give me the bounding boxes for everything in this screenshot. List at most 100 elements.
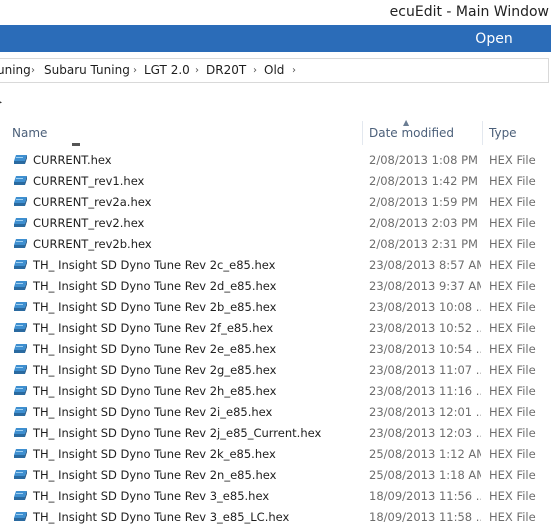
file-name: TH_ Insight SD Dyno Tune Rev 2k_e85.hex bbox=[33, 447, 276, 461]
file-type: HEX File bbox=[489, 384, 536, 398]
hex-file-icon bbox=[14, 448, 27, 458]
open-button[interactable]: Open bbox=[458, 28, 530, 50]
file-name: CURRENT.hex bbox=[33, 153, 112, 167]
hex-file-icon bbox=[14, 511, 27, 521]
chevron-right-icon[interactable]: ▸ bbox=[0, 97, 2, 108]
file-type: HEX File bbox=[489, 363, 536, 377]
file-date-modified: 23/08/2013 11:16 ... bbox=[369, 384, 481, 398]
breadcrumb-item-tuning[interactable]: uning bbox=[0, 59, 31, 82]
file-date-modified: 18/09/2013 11:58 ... bbox=[369, 510, 481, 524]
file-name: TH_ Insight SD Dyno Tune Rev 2e_e85.hex bbox=[33, 342, 277, 356]
partial-row-icon bbox=[72, 143, 80, 146]
table-row[interactable]: CURRENT.hex 2/08/2013 1:08 PM HEX File bbox=[0, 150, 551, 171]
file-date-modified: 23/08/2013 11:07 ... bbox=[369, 363, 481, 377]
file-date-modified: 2/08/2013 1:59 PM bbox=[369, 195, 478, 209]
file-date-modified: 2/08/2013 1:42 PM bbox=[369, 174, 478, 188]
table-row[interactable]: CURRENT_rev2.hex 2/08/2013 2:03 PM HEX Fil… bbox=[0, 213, 551, 234]
hex-file-icon bbox=[14, 322, 27, 332]
command-bar: Open bbox=[0, 25, 551, 52]
file-type: HEX File bbox=[489, 405, 536, 419]
file-type: HEX File bbox=[489, 300, 536, 314]
hex-file-icon bbox=[14, 385, 27, 395]
column-divider[interactable] bbox=[362, 121, 363, 145]
hex-file-icon bbox=[14, 343, 27, 353]
file-date-modified: 25/08/2013 1:18 AM bbox=[369, 468, 481, 482]
file-date-modified: 25/08/2013 1:12 AM bbox=[369, 447, 481, 461]
column-header-name[interactable]: Name bbox=[12, 121, 47, 145]
hex-file-icon bbox=[14, 301, 27, 311]
chevron-right-icon[interactable]: › bbox=[195, 59, 199, 82]
title-bar: ecuEdit - Main Window bbox=[0, 0, 551, 25]
table-row[interactable]: CURRENT_rev2b.hex 2/08/2013 2:31 PM HEX Fi… bbox=[0, 234, 551, 255]
hex-file-icon bbox=[14, 175, 27, 185]
table-row[interactable]: TH_ Insight SD Dyno Tune Rev 2f_e85.hex 2… bbox=[0, 318, 551, 339]
file-date-modified: 18/09/2013 11:56 ... bbox=[369, 489, 481, 503]
file-type: HEX File bbox=[489, 342, 536, 356]
file-date-modified: 2/08/2013 2:31 PM bbox=[369, 237, 478, 251]
table-row[interactable]: TH_ Insight SD Dyno Tune Rev 2b_e85.hex 2… bbox=[0, 297, 551, 318]
column-header-type[interactable]: Type bbox=[489, 121, 517, 145]
hex-file-icon bbox=[14, 490, 27, 500]
file-type: HEX File bbox=[489, 279, 536, 293]
file-type: HEX File bbox=[489, 426, 536, 440]
file-name: TH_ Insight SD Dyno Tune Rev 2b_e85.hex bbox=[33, 300, 277, 314]
breadcrumb-item-dr20t[interactable]: DR20T bbox=[206, 59, 246, 82]
table-row[interactable]: TH_ Insight SD Dyno Tune Rev 2j_e85_Curr… bbox=[0, 423, 551, 444]
file-name: CURRENT_rev2.hex bbox=[33, 216, 145, 230]
breadcrumb-item-old[interactable]: Old bbox=[264, 59, 284, 82]
chevron-right-icon[interactable]: › bbox=[253, 59, 257, 82]
table-row[interactable]: TH_ Insight SD Dyno Tune Rev 2g_e85.hex 2… bbox=[0, 360, 551, 381]
file-name: CURRENT_rev2a.hex bbox=[33, 195, 152, 209]
file-name: TH_ Insight SD Dyno Tune Rev 2i_e85.hex bbox=[33, 405, 273, 419]
breadcrumb-item-lgt[interactable]: LGT 2.0 bbox=[144, 59, 190, 82]
column-header: Name ▲ Date modified Type bbox=[0, 118, 551, 145]
hex-file-icon bbox=[14, 259, 27, 269]
file-date-modified: 23/08/2013 12:03 ... bbox=[369, 426, 481, 440]
chevron-right-icon[interactable]: › bbox=[31, 59, 35, 82]
table-row[interactable]: TH_ Insight SD Dyno Tune Rev 2k_e85.hex 2… bbox=[0, 444, 551, 465]
file-name: CURRENT_rev2b.hex bbox=[33, 237, 152, 251]
file-name: TH_ Insight SD Dyno Tune Rev 3_e85_LC.he… bbox=[33, 510, 290, 524]
file-type: HEX File bbox=[489, 447, 536, 461]
table-row[interactable]: TH_ Insight SD Dyno Tune Rev 2c_e85.hex 2… bbox=[0, 255, 551, 276]
toolbar: ▸ bbox=[0, 83, 551, 113]
file-type: HEX File bbox=[489, 195, 536, 209]
chevron-right-icon[interactable]: › bbox=[292, 59, 296, 82]
column-divider[interactable] bbox=[482, 121, 483, 145]
table-row[interactable]: CURRENT_rev1.hex 2/08/2013 1:42 PM HEX Fil… bbox=[0, 171, 551, 192]
column-header-date[interactable]: Date modified bbox=[369, 121, 454, 145]
file-date-modified: 23/08/2013 12:01 ... bbox=[369, 405, 481, 419]
file-type: HEX File bbox=[489, 258, 536, 272]
file-type: HEX File bbox=[489, 468, 536, 482]
file-type: HEX File bbox=[489, 321, 536, 335]
file-name: TH_ Insight SD Dyno Tune Rev 2g_e85.hex bbox=[33, 363, 277, 377]
file-type: HEX File bbox=[489, 153, 536, 167]
breadcrumb[interactable]: uning › Subaru Tuning › LGT 2.0 › DR20T … bbox=[0, 58, 549, 83]
hex-file-icon bbox=[14, 427, 27, 437]
file-type: HEX File bbox=[489, 510, 536, 524]
file-type: HEX File bbox=[489, 489, 536, 503]
hex-file-icon bbox=[14, 406, 27, 416]
table-row[interactable]: TH_ Insight SD Dyno Tune Rev 2d_e85.hex 2… bbox=[0, 276, 551, 297]
hex-file-icon bbox=[14, 196, 27, 206]
table-row[interactable]: TH_ Insight SD Dyno Tune Rev 2e_e85.hex 2… bbox=[0, 339, 551, 360]
table-row[interactable]: CURRENT_rev2a.hex 2/08/2013 1:59 PM HEX Fi… bbox=[0, 192, 551, 213]
table-row[interactable]: TH_ Insight SD Dyno Tune Rev 2n_e85.hex 2… bbox=[0, 465, 551, 486]
hex-file-icon bbox=[14, 364, 27, 374]
table-row[interactable]: TH_ Insight SD Dyno Tune Rev 2i_e85.hex 2… bbox=[0, 402, 551, 423]
file-date-modified: 23/08/2013 8:57 AM bbox=[369, 258, 481, 272]
table-row[interactable]: TH_ Insight SD Dyno Tune Rev 3_e85.hex 18… bbox=[0, 486, 551, 507]
file-date-modified: 23/08/2013 9:37 AM bbox=[369, 279, 481, 293]
file-type: HEX File bbox=[489, 216, 536, 230]
breadcrumb-item-subaru-tuning[interactable]: Subaru Tuning bbox=[44, 59, 130, 82]
file-name: TH_ Insight SD Dyno Tune Rev 2j_e85_Curr… bbox=[33, 426, 322, 440]
table-row[interactable]: TH_ Insight SD Dyno Tune Rev 2h_e85.hex 2… bbox=[0, 381, 551, 402]
hex-file-icon bbox=[14, 469, 27, 479]
table-row[interactable]: TH_ Insight SD Dyno Tune Rev 3_e85_LC.he… bbox=[0, 507, 551, 528]
chevron-right-icon[interactable]: › bbox=[133, 59, 137, 82]
file-date-modified: 2/08/2013 1:08 PM bbox=[369, 153, 478, 167]
file-name: TH_ Insight SD Dyno Tune Rev 3_e85.hex bbox=[33, 489, 270, 503]
file-type: HEX File bbox=[489, 174, 536, 188]
file-date-modified: 23/08/2013 10:54 ... bbox=[369, 342, 481, 356]
window-title: ecuEdit - Main Window bbox=[389, 4, 549, 20]
